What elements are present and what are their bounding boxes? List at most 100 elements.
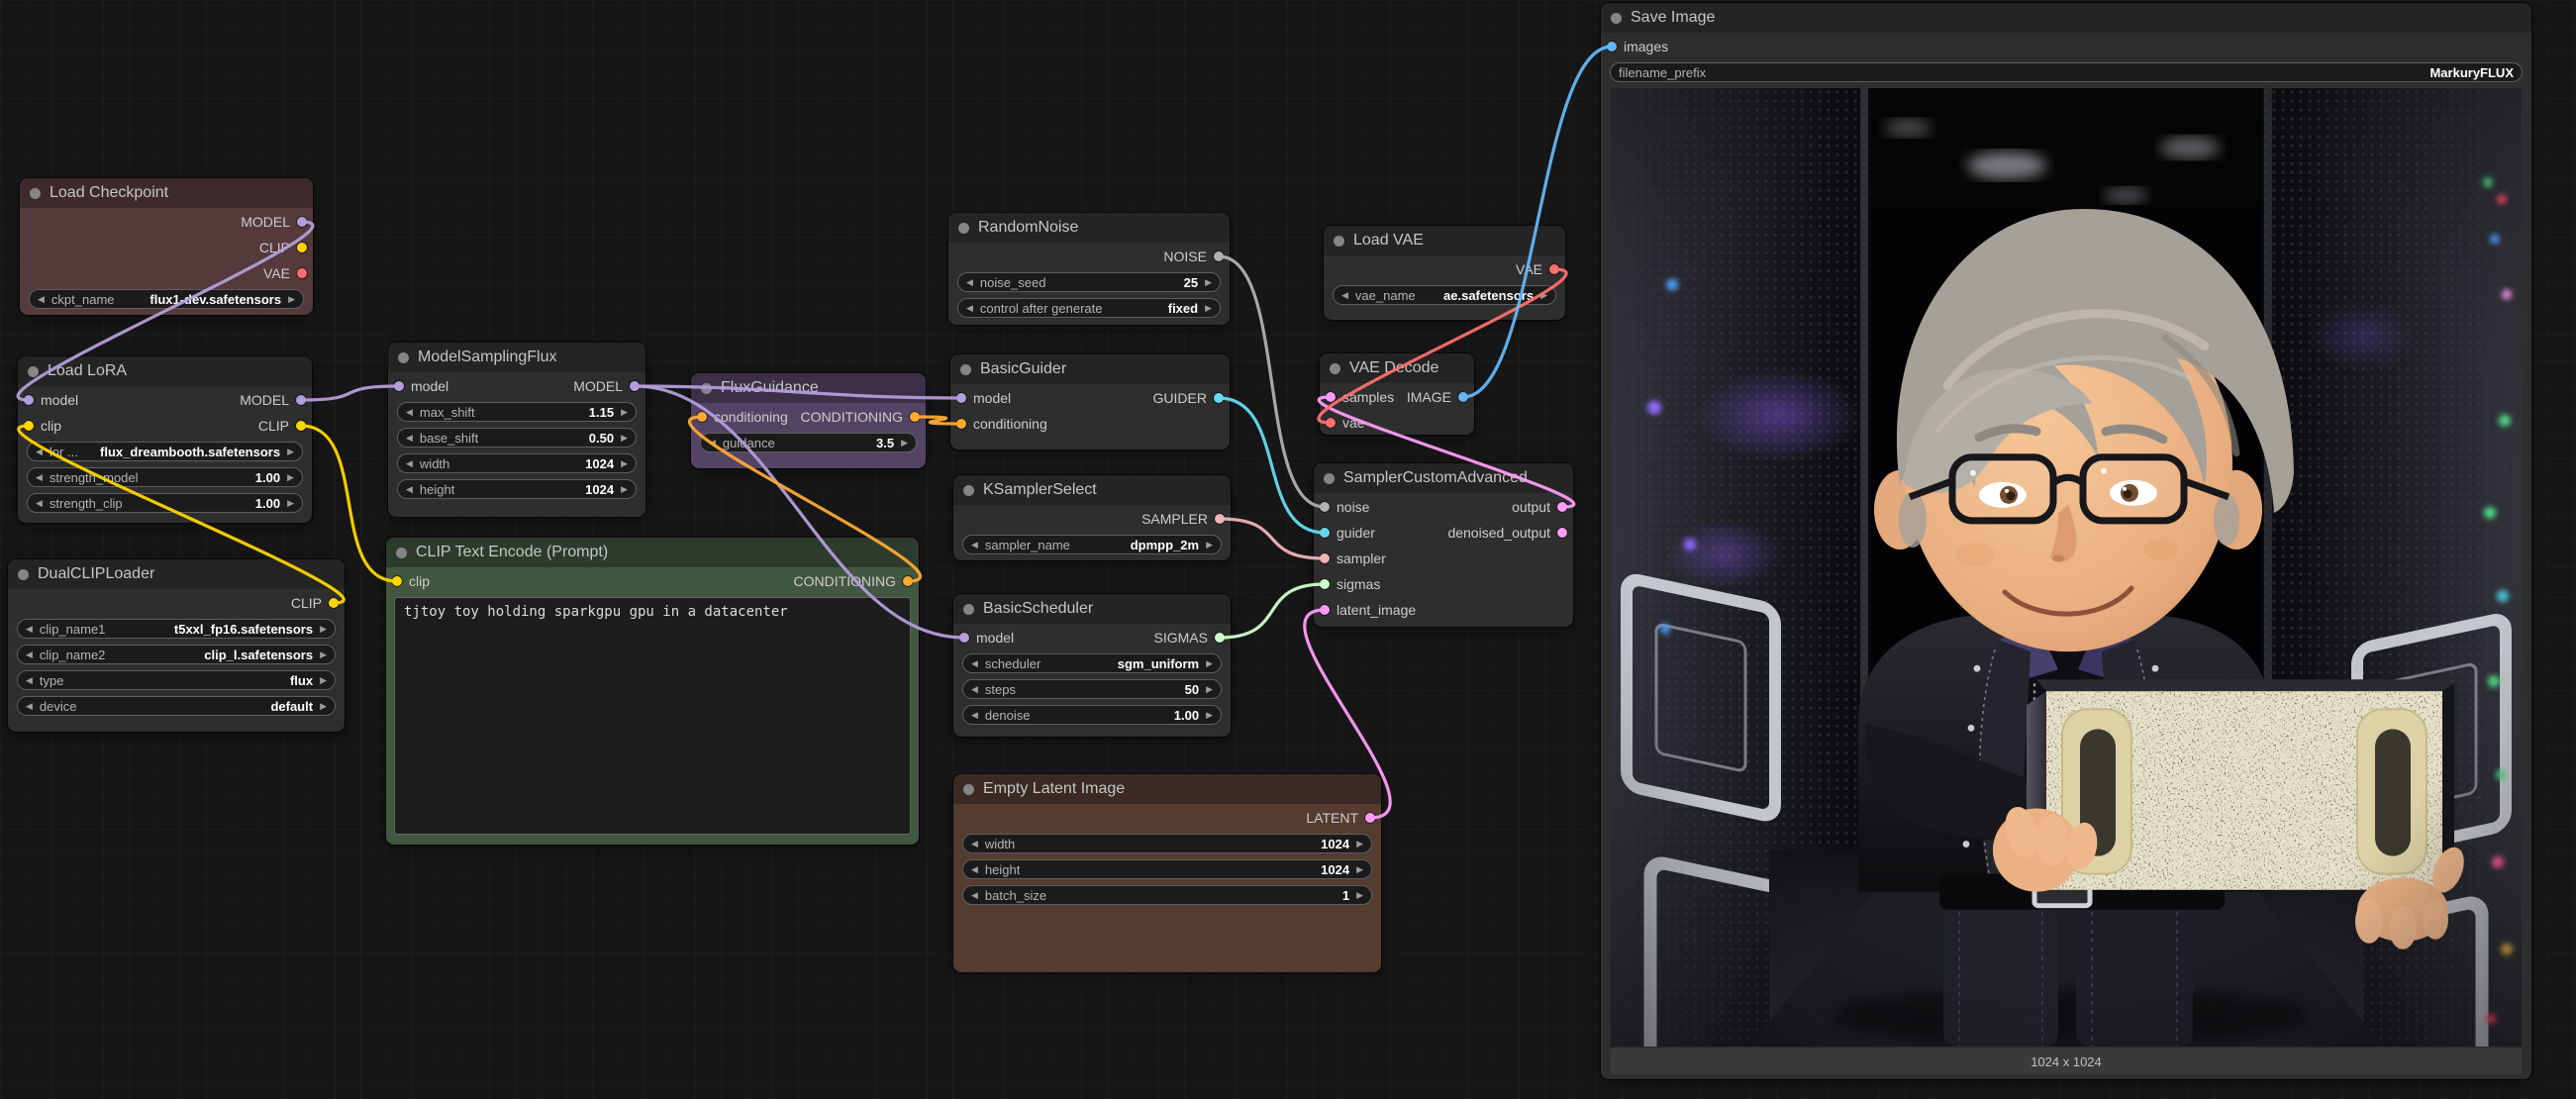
- CONDITIONING-output-port[interactable]: [910, 412, 920, 422]
- vae-name-widget[interactable]: ◀vae_nameae.safetensors▶: [1333, 285, 1556, 305]
- node-titlebar[interactable]: Load VAE: [1324, 226, 1565, 255]
- decrement-arrow-icon[interactable]: ◀: [406, 459, 413, 468]
- strength-model-widget[interactable]: ◀strength_model1.00▶: [27, 467, 303, 487]
- node-graph-canvas[interactable]: Load CheckpointMODELCLIPVAE◀ckpt_nameflu…: [0, 0, 2576, 1099]
- decrement-arrow-icon[interactable]: ◀: [26, 676, 33, 685]
- node-save_image[interactable]: Save Imageimagesfilename_prefixMarkuryFL…: [1601, 3, 2531, 1079]
- node-titlebar[interactable]: SamplerCustomAdvanced: [1314, 463, 1573, 493]
- increment-arrow-icon[interactable]: ▶: [621, 434, 628, 443]
- node-ksampler_select[interactable]: KSamplerSelectSAMPLER◀sampler_namedpmpp_…: [953, 475, 1231, 560]
- increment-arrow-icon[interactable]: ▶: [288, 295, 295, 304]
- increment-arrow-icon[interactable]: ▶: [621, 408, 628, 417]
- node-titlebar[interactable]: Load LoRA: [18, 356, 312, 386]
- width-widget[interactable]: ◀width1024▶: [962, 834, 1372, 853]
- node-flux_guidance[interactable]: FluxGuidanceconditioningCONDITIONING◀gui…: [691, 373, 926, 468]
- type-widget[interactable]: ◀typeflux▶: [17, 670, 336, 690]
- control-after-generate-widget[interactable]: ◀control after generatefixed▶: [957, 298, 1221, 318]
- LATENT-output-port[interactable]: [1365, 813, 1375, 823]
- collapse-dot-icon[interactable]: [1324, 473, 1335, 484]
- node-titlebar[interactable]: VAE Decode: [1320, 353, 1474, 383]
- decrement-arrow-icon[interactable]: ◀: [38, 295, 45, 304]
- decrement-arrow-icon[interactable]: ◀: [971, 840, 978, 849]
- decrement-arrow-icon[interactable]: ◀: [36, 448, 43, 456]
- collapse-dot-icon[interactable]: [960, 364, 971, 375]
- collapse-dot-icon[interactable]: [963, 604, 974, 615]
- SAMPLER-output-port[interactable]: [1215, 514, 1225, 524]
- conditioning-input-port[interactable]: [956, 419, 966, 429]
- collapse-dot-icon[interactable]: [28, 366, 39, 377]
- increment-arrow-icon[interactable]: ▶: [1205, 278, 1212, 287]
- device-widget[interactable]: ◀devicedefault▶: [17, 696, 336, 716]
- decrement-arrow-icon[interactable]: ◀: [971, 659, 978, 668]
- node-titlebar[interactable]: FluxGuidance: [691, 373, 926, 403]
- decrement-arrow-icon[interactable]: ◀: [971, 541, 978, 550]
- node-clip_text[interactable]: CLIP Text Encode (Prompt)clipCONDITIONIN…: [386, 538, 919, 845]
- vae-input-port[interactable]: [1326, 418, 1336, 428]
- model-input-port[interactable]: [24, 395, 34, 405]
- model-input-port[interactable]: [394, 381, 404, 391]
- sampler-name-widget[interactable]: ◀sampler_namedpmpp_2m▶: [962, 535, 1222, 554]
- node-dual_clip[interactable]: DualCLIPLoaderCLIP◀clip_name1t5xxl_fp16.…: [8, 559, 345, 732]
- decrement-arrow-icon[interactable]: ◀: [36, 473, 43, 482]
- increment-arrow-icon[interactable]: ▶: [1356, 865, 1363, 874]
- decrement-arrow-icon[interactable]: ◀: [971, 685, 978, 694]
- samples-input-port[interactable]: [1326, 392, 1336, 402]
- strength-clip-widget[interactable]: ◀strength_clip1.00▶: [27, 493, 303, 513]
- decrement-arrow-icon[interactable]: ◀: [26, 625, 33, 634]
- clip-input-port[interactable]: [24, 421, 34, 431]
- max-shift-widget[interactable]: ◀max_shift1.15▶: [397, 402, 637, 422]
- VAE-output-port[interactable]: [297, 268, 307, 278]
- node-titlebar[interactable]: Empty Latent Image: [953, 774, 1381, 804]
- decrement-arrow-icon[interactable]: ◀: [971, 891, 978, 900]
- output-output-port[interactable]: [1557, 502, 1567, 512]
- NOISE-output-port[interactable]: [1214, 251, 1224, 261]
- height-widget[interactable]: ◀height1024▶: [397, 479, 637, 499]
- collapse-dot-icon[interactable]: [958, 223, 969, 234]
- increment-arrow-icon[interactable]: ▶: [621, 485, 628, 494]
- MODEL-output-port[interactable]: [297, 217, 307, 227]
- noise-input-port[interactable]: [1320, 502, 1330, 512]
- noise-seed-widget[interactable]: ◀noise_seed25▶: [957, 272, 1221, 292]
- node-titlebar[interactable]: BasicGuider: [950, 354, 1230, 384]
- increment-arrow-icon[interactable]: ▶: [320, 625, 327, 634]
- clip-name1-widget[interactable]: ◀clip_name1t5xxl_fp16.safetensors▶: [17, 619, 336, 639]
- node-model_sampling[interactable]: ModelSamplingFluxmodelMODEL◀max_shift1.1…: [388, 343, 645, 517]
- clip-input-port[interactable]: [392, 576, 402, 586]
- CLIP-output-port[interactable]: [296, 421, 306, 431]
- MODEL-output-port[interactable]: [630, 381, 640, 391]
- node-titlebar[interactable]: ModelSamplingFlux: [388, 343, 645, 372]
- CONDITIONING-output-port[interactable]: [903, 576, 913, 586]
- decrement-arrow-icon[interactable]: ◀: [971, 711, 978, 720]
- MODEL-output-port[interactable]: [296, 395, 306, 405]
- collapse-dot-icon[interactable]: [1330, 363, 1340, 374]
- decrement-arrow-icon[interactable]: ◀: [36, 499, 43, 508]
- collapse-dot-icon[interactable]: [963, 485, 974, 496]
- node-titlebar[interactable]: Load Checkpoint: [20, 178, 313, 208]
- node-random_noise[interactable]: RandomNoiseNOISE◀noise_seed25▶◀control a…: [948, 213, 1230, 325]
- decrement-arrow-icon[interactable]: ◀: [26, 702, 33, 711]
- node-load_vae[interactable]: Load VAEVAE◀vae_nameae.safetensors▶: [1324, 226, 1565, 320]
- node-basic_guider[interactable]: BasicGuidermodelGUIDERconditioning: [950, 354, 1230, 450]
- prompt-textarea[interactable]: tjtoy toy holding sparkgpu gpu in a data…: [394, 597, 911, 835]
- SIGMAS-output-port[interactable]: [1215, 633, 1225, 643]
- collapse-dot-icon[interactable]: [396, 548, 407, 558]
- increment-arrow-icon[interactable]: ▶: [1206, 711, 1213, 720]
- denoise-widget[interactable]: ◀denoise1.00▶: [962, 705, 1222, 725]
- increment-arrow-icon[interactable]: ▶: [621, 459, 628, 468]
- increment-arrow-icon[interactable]: ▶: [1540, 291, 1547, 300]
- node-vae_decode[interactable]: VAE DecodesamplesIMAGEvae: [1320, 353, 1474, 435]
- increment-arrow-icon[interactable]: ▶: [1356, 891, 1363, 900]
- increment-arrow-icon[interactable]: ▶: [901, 439, 908, 448]
- scheduler-widget[interactable]: ◀schedulersgm_uniform▶: [962, 653, 1222, 673]
- increment-arrow-icon[interactable]: ▶: [1206, 541, 1213, 550]
- model-input-port[interactable]: [959, 633, 969, 643]
- collapse-dot-icon[interactable]: [963, 784, 974, 795]
- GUIDER-output-port[interactable]: [1214, 393, 1224, 403]
- CLIP-output-port[interactable]: [297, 243, 307, 252]
- width-widget[interactable]: ◀width1024▶: [397, 453, 637, 473]
- increment-arrow-icon[interactable]: ▶: [287, 473, 294, 482]
- decrement-arrow-icon[interactable]: ◀: [966, 304, 973, 313]
- collapse-dot-icon[interactable]: [1334, 236, 1344, 247]
- clip-name2-widget[interactable]: ◀clip_name2clip_l.safetensors▶: [17, 645, 336, 664]
- collapse-dot-icon[interactable]: [30, 188, 41, 199]
